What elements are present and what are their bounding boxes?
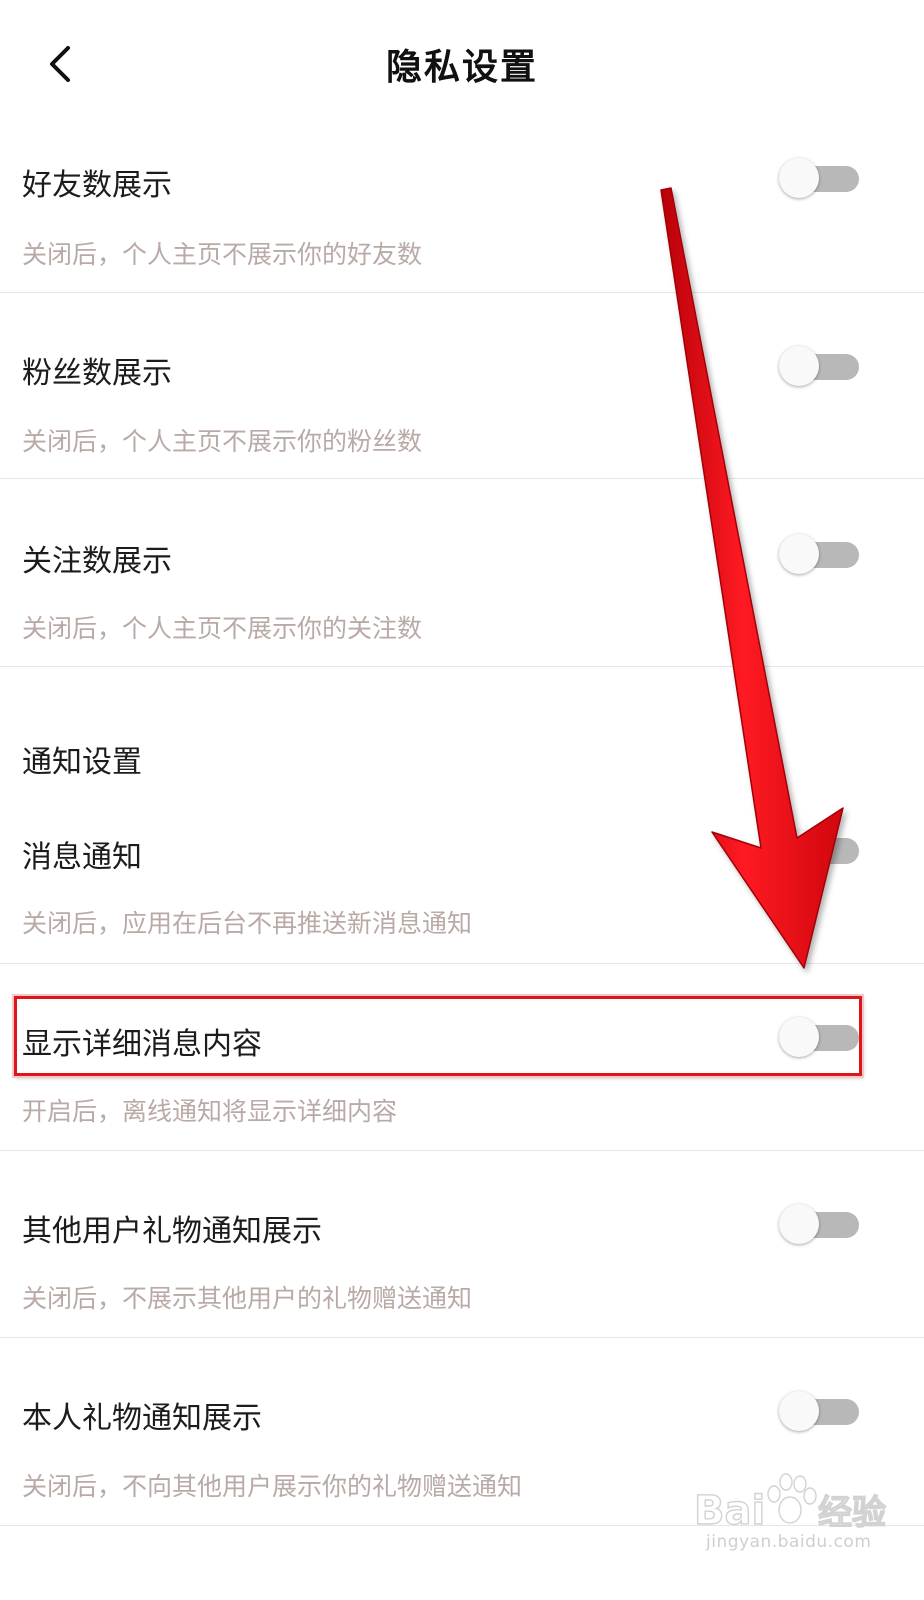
setting-description: 关闭后，个人主页不展示你的好友数 bbox=[22, 240, 423, 269]
setting-title: 其他用户礼物通知展示 bbox=[22, 1214, 322, 1249]
setting-row-following-count: 关注数展示 关闭后，个人主页不展示你的关注数 bbox=[0, 479, 924, 667]
setting-row-message-notify: 消息通知 关闭后，应用在后台不再推送新消息通知 bbox=[0, 800, 924, 964]
header-bar: 隐私设置 bbox=[0, 0, 924, 128]
section-title-notifications: 通知设置 bbox=[22, 745, 142, 780]
friends-count-toggle[interactable] bbox=[779, 158, 859, 198]
toggle-knob bbox=[779, 1391, 819, 1431]
svg-text:经验: 经验 bbox=[818, 1493, 886, 1533]
setting-title: 粉丝数展示 bbox=[22, 356, 172, 391]
following-count-toggle[interactable] bbox=[779, 534, 859, 574]
setting-row-detailed-message: 显示详细消息内容 开启后，离线通知将显示详细内容 bbox=[0, 964, 924, 1151]
toggle-knob bbox=[779, 346, 819, 386]
svg-text:Bai: Bai bbox=[694, 1488, 765, 1534]
toggle-knob bbox=[779, 830, 819, 870]
own-gift-notify-toggle[interactable] bbox=[779, 1391, 859, 1431]
setting-title: 显示详细消息内容 bbox=[22, 1027, 262, 1062]
setting-row-others-gift-notify: 其他用户礼物通知展示 关闭后，不展示其他用户的礼物赠送通知 bbox=[0, 1151, 924, 1338]
fans-count-toggle[interactable] bbox=[779, 346, 859, 386]
toggle-knob bbox=[779, 1204, 819, 1244]
setting-title: 消息通知 bbox=[22, 840, 142, 875]
setting-description: 关闭后，个人主页不展示你的粉丝数 bbox=[22, 427, 423, 456]
setting-title: 本人礼物通知展示 bbox=[22, 1401, 262, 1436]
setting-description: 关闭后，不向其他用户展示你的礼物赠送通知 bbox=[22, 1472, 523, 1501]
toggle-knob bbox=[779, 534, 819, 574]
setting-title: 好友数展示 bbox=[22, 168, 172, 203]
setting-description: 关闭后，应用在后台不再推送新消息通知 bbox=[22, 909, 473, 938]
setting-title: 关注数展示 bbox=[22, 544, 172, 579]
toggle-knob bbox=[779, 1017, 819, 1057]
toggle-knob bbox=[779, 158, 819, 198]
setting-row-fans-count: 粉丝数展示 关闭后，个人主页不展示你的粉丝数 bbox=[0, 293, 924, 479]
baidu-jingyan-watermark-icon: Bai 经验 bbox=[693, 1473, 887, 1535]
page-title: 隐私设置 bbox=[385, 47, 538, 88]
setting-description: 关闭后，不展示其他用户的礼物赠送通知 bbox=[22, 1284, 473, 1313]
setting-row-friends-count: 好友数展示 关闭后，个人主页不展示你的好友数 bbox=[0, 128, 924, 293]
detailed-message-toggle[interactable] bbox=[779, 1017, 859, 1057]
watermark-domain: jingyan.baidu.com bbox=[706, 1532, 872, 1552]
setting-description: 关闭后，个人主页不展示你的关注数 bbox=[22, 614, 423, 643]
setting-description: 开启后，离线通知将显示详细内容 bbox=[22, 1097, 398, 1126]
others-gift-notify-toggle[interactable] bbox=[779, 1204, 859, 1244]
message-notify-toggle[interactable] bbox=[779, 830, 859, 870]
